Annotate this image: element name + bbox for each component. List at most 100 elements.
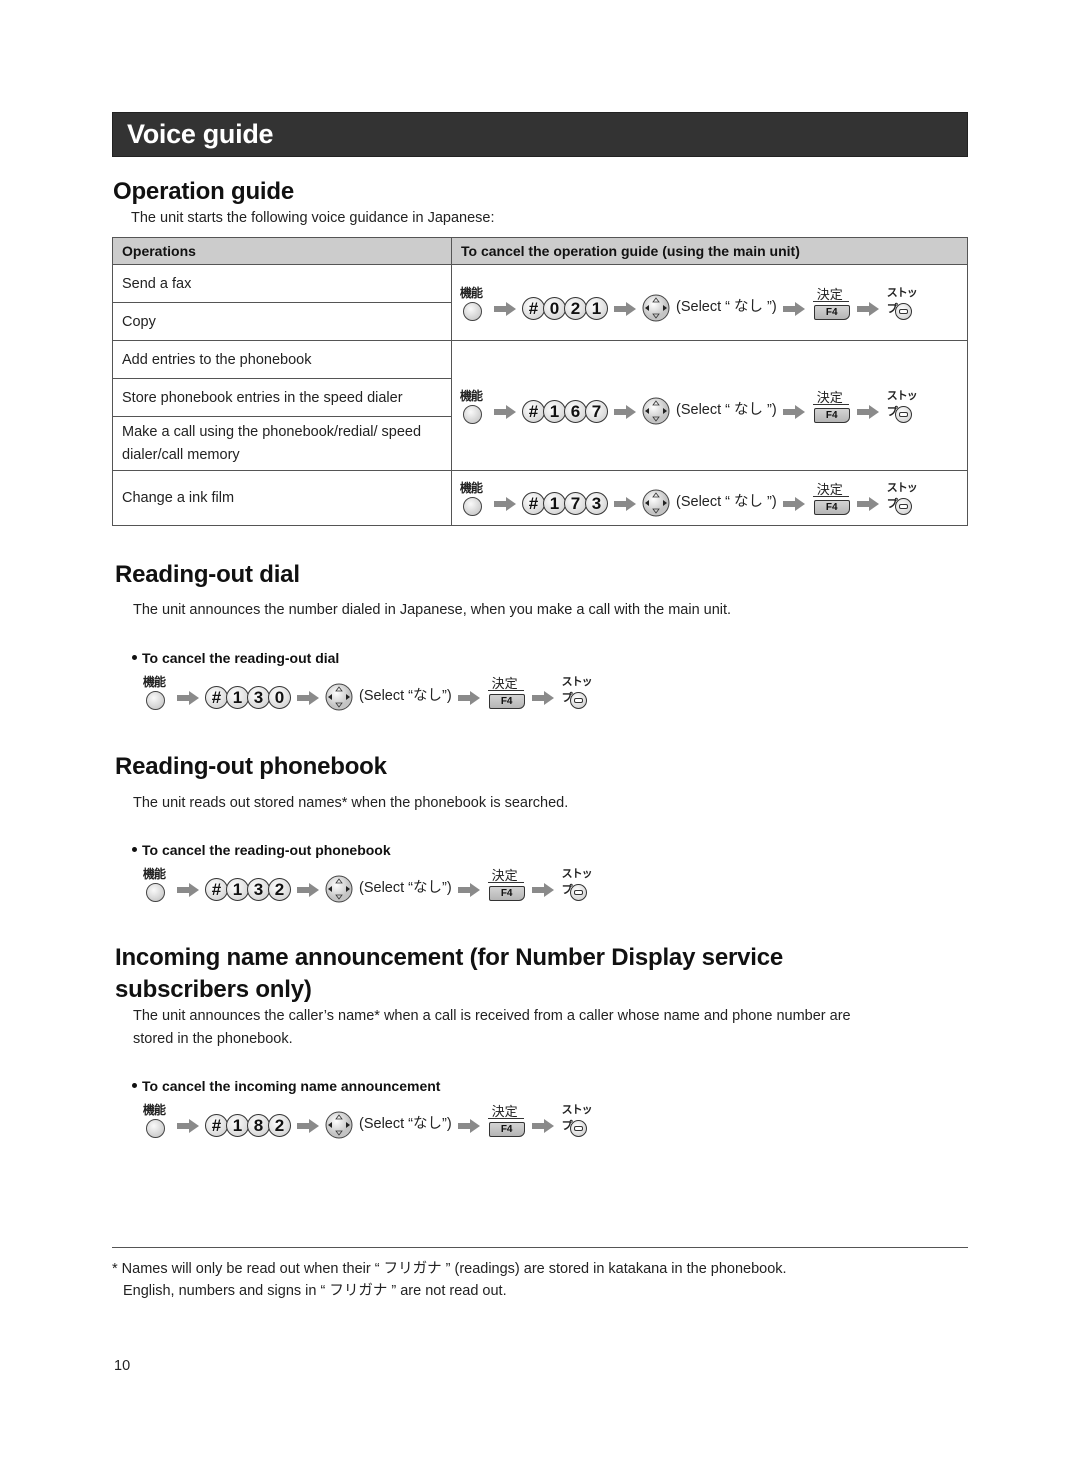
function-key-label: 機能 bbox=[143, 675, 166, 689]
operation-guide-heading: Operation guide bbox=[113, 178, 295, 205]
footnote-divider bbox=[112, 1247, 968, 1248]
bullet-dot bbox=[132, 654, 137, 660]
set-key[interactable]: 決定 F4 bbox=[486, 1101, 526, 1139]
digit-key[interactable]: 0 bbox=[543, 296, 566, 320]
digit-key[interactable]: 1 bbox=[226, 878, 249, 901]
operation-cell: Copy bbox=[112, 302, 452, 341]
f4-button: F4 bbox=[488, 694, 525, 709]
function-key[interactable]: 機能 bbox=[143, 673, 171, 711]
dial-keys: #1 6 7 bbox=[522, 399, 608, 425]
select-instruction: (Select “なし”) bbox=[359, 880, 452, 896]
select-instruction: (Select “なし”) bbox=[359, 1116, 452, 1132]
digit-key[interactable]: 3 bbox=[585, 492, 608, 515]
incoming-name-heading-line1: Incoming name announcement (for Number D… bbox=[115, 944, 784, 971]
navigator-key-icon bbox=[325, 875, 353, 903]
cancel-sequence-cell: 機能 #1 7 3 (Select “ なし ”) 決定 F4 ストップ bbox=[451, 470, 968, 526]
function-key[interactable]: 機能 bbox=[143, 865, 171, 903]
digit-key[interactable]: 3 bbox=[247, 878, 270, 901]
stop-key[interactable]: ストップ bbox=[885, 479, 923, 517]
stop-button-icon bbox=[569, 884, 587, 901]
banner-title: Voice guide bbox=[127, 119, 274, 149]
set-key-divider bbox=[812, 403, 849, 405]
digit-key[interactable]: 2 bbox=[564, 296, 587, 320]
navigator-key-icon bbox=[642, 489, 670, 517]
digit-key[interactable]: 7 bbox=[564, 492, 587, 515]
arrow-right-icon bbox=[457, 1119, 480, 1133]
operation-cell: Add entries to the phonebook bbox=[112, 340, 452, 379]
stop-key[interactable]: ストップ bbox=[885, 284, 923, 322]
arrow-right-icon bbox=[531, 1119, 554, 1133]
function-key-label: 機能 bbox=[460, 481, 483, 495]
function-key[interactable]: 機能 bbox=[143, 1101, 171, 1139]
arrow-right-icon bbox=[297, 691, 319, 705]
set-key[interactable]: 決定 F4 bbox=[811, 479, 851, 517]
reading-out-phonebook-heading: Reading-out phonebook bbox=[115, 753, 387, 780]
page-number: 10 bbox=[114, 1358, 131, 1374]
set-key[interactable]: 決定 F4 bbox=[486, 865, 526, 903]
dial-keys: #0 2 1 bbox=[522, 296, 608, 322]
arrow-right-icon bbox=[614, 404, 636, 419]
dial-keys: #1 8 2 bbox=[205, 1114, 291, 1139]
function-key[interactable]: 機能 bbox=[460, 284, 488, 322]
table-header-row: Operations To cancel the operation guide… bbox=[112, 237, 968, 265]
digit-key[interactable]: 2 bbox=[268, 878, 291, 901]
incoming-name-body-line2: stored in the phonebook. bbox=[133, 1031, 293, 1047]
stop-button-icon bbox=[569, 1120, 587, 1137]
function-key[interactable]: 機能 bbox=[460, 387, 488, 425]
reading-out-dial-body: The unit announces the number dialed in … bbox=[133, 602, 732, 618]
set-key[interactable]: 決定 F4 bbox=[811, 387, 851, 425]
digit-key[interactable]: 3 bbox=[247, 686, 270, 709]
select-instruction: (Select “なし”) bbox=[359, 688, 452, 704]
hash-key[interactable]: # bbox=[205, 878, 228, 901]
function-button-icon bbox=[146, 883, 165, 902]
digit-key[interactable]: 1 bbox=[226, 1114, 249, 1137]
hash-key[interactable]: # bbox=[522, 492, 545, 515]
function-button-icon bbox=[463, 404, 482, 424]
arrow-right-icon bbox=[494, 301, 516, 316]
hash-key[interactable]: # bbox=[522, 399, 545, 423]
arrow-right-icon bbox=[494, 404, 516, 419]
stop-key[interactable]: ストップ bbox=[885, 387, 923, 425]
function-key[interactable]: 機能 bbox=[460, 479, 488, 517]
arrow-right-icon bbox=[177, 691, 199, 705]
column-header-cancel: To cancel the operation guide (using the… bbox=[451, 237, 968, 265]
digit-key[interactable]: 1 bbox=[585, 296, 608, 320]
select-instruction: (Select “ なし ”) bbox=[676, 494, 777, 510]
set-key[interactable]: 決定 F4 bbox=[811, 284, 851, 322]
arrow-right-icon bbox=[856, 497, 879, 511]
stop-key[interactable]: ストップ bbox=[560, 1101, 598, 1139]
select-instruction: (Select “ なし ”) bbox=[676, 298, 777, 315]
hash-key[interactable]: # bbox=[205, 686, 228, 709]
cancel-sequence-cell: 機能 #0 2 1 (Select “ なし ”) 決定 F4 ストップ bbox=[451, 264, 968, 341]
key-sequence: 機能 #1 7 3 (Select “ なし ”) 決定 F4 ストップ bbox=[460, 479, 958, 517]
f4-button: F4 bbox=[813, 407, 850, 423]
stop-button-icon bbox=[894, 498, 912, 515]
incoming-name-cancel-label: To cancel the incoming name announcement bbox=[132, 1078, 440, 1094]
stop-button-icon bbox=[894, 405, 912, 423]
stop-button-icon bbox=[894, 302, 912, 320]
digit-key[interactable]: 1 bbox=[543, 492, 566, 515]
digit-key[interactable]: 8 bbox=[247, 1114, 270, 1137]
navigator-key-icon bbox=[325, 1111, 353, 1139]
digit-key[interactable]: 0 bbox=[268, 686, 291, 709]
set-key-divider bbox=[487, 690, 524, 691]
digit-key[interactable]: 1 bbox=[226, 686, 249, 709]
digit-key[interactable]: 2 bbox=[268, 1114, 291, 1137]
dial-keys: #1 3 2 bbox=[205, 878, 291, 903]
arrow-right-icon bbox=[177, 883, 199, 897]
stop-key[interactable]: ストップ bbox=[560, 865, 598, 903]
digit-key[interactable]: 1 bbox=[543, 399, 566, 423]
footnote-line1: * Names will only be read out when their… bbox=[112, 1261, 787, 1277]
function-button-icon bbox=[463, 497, 482, 516]
hash-key[interactable]: # bbox=[205, 1114, 228, 1137]
set-key[interactable]: 決定 F4 bbox=[486, 673, 526, 711]
hash-key[interactable]: # bbox=[522, 296, 545, 320]
digit-key[interactable]: 7 bbox=[585, 399, 608, 423]
stop-key[interactable]: ストップ bbox=[560, 673, 598, 711]
arrow-right-icon bbox=[297, 1119, 319, 1133]
dial-keys: #1 3 0 bbox=[205, 686, 291, 711]
digit-key[interactable]: 6 bbox=[564, 399, 587, 423]
section-banner: Voice guide bbox=[112, 112, 968, 157]
function-key-label: 機能 bbox=[143, 867, 166, 881]
footnote-line2: English, numbers and signs in “ フリガナ ” a… bbox=[123, 1283, 507, 1299]
